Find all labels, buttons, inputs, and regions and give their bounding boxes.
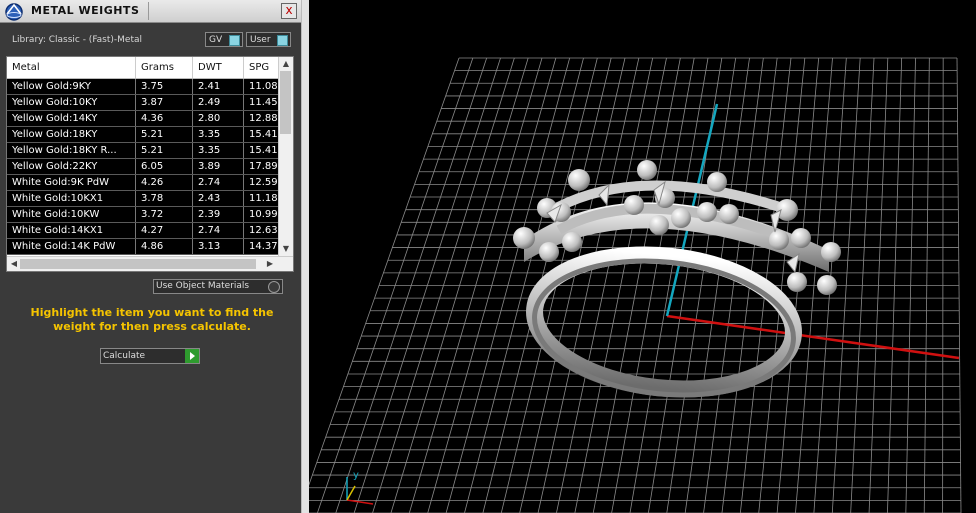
cell-spg: 15.41 <box>249 129 278 140</box>
construction-grid <box>309 57 962 513</box>
metal-weights-table: Metal Grams DWT SPG Yellow Gold:9KY 3.75 2… <box>6 56 294 272</box>
scroll-up-icon[interactable]: ▲ <box>279 58 293 70</box>
cell-metal: White Gold:9K PdW <box>7 175 136 190</box>
gv-toggle-label: GV <box>209 35 223 45</box>
cell-spg: 12.88 <box>249 113 278 124</box>
3d-viewport[interactable]: y <box>309 0 976 513</box>
instruction-text: Highlight the item you want to find the … <box>30 306 274 333</box>
table-row[interactable]: Yellow Gold:10KY 3.87 2.49 11.45 <box>7 95 280 111</box>
cell-dwt: 2.43 <box>193 191 244 206</box>
cell-dwt: 2.74 <box>193 175 244 190</box>
cell-dwt: 2.49 <box>193 95 244 110</box>
table-row[interactable]: White Gold:10KX1 3.78 2.43 11.18 <box>7 191 280 207</box>
scroll-down-icon[interactable]: ▼ <box>279 243 293 255</box>
cell-metal: Yellow Gold:10KY <box>7 95 136 110</box>
title-divider <box>148 2 149 20</box>
cell-metal: White Gold:14K PdW <box>7 239 136 254</box>
cell-grams: 5.21 <box>136 143 193 158</box>
table-row[interactable]: Yellow Gold:9KY 3.75 2.41 11.08 <box>7 79 280 95</box>
library-label: Library: Classic - (Fast)-Metal <box>12 35 143 45</box>
cell-grams: 3.78 <box>136 191 193 206</box>
cell-dwt: 3.35 <box>193 127 244 142</box>
cell-spg: 12.63 <box>249 225 278 236</box>
table-row[interactable]: White Gold:10KW 3.72 2.39 10.99 <box>7 207 280 223</box>
column-header-dwt[interactable]: DWT <box>193 57 244 78</box>
gv-toggle-icon <box>229 35 240 46</box>
cell-metal: Yellow Gold:14KY <box>7 111 136 126</box>
cell-grams: 6.05 <box>136 159 193 174</box>
cell-spg: 17.89 <box>249 161 278 172</box>
cell-grams: 3.75 <box>136 79 193 94</box>
cell-grams: 4.86 <box>136 239 193 254</box>
table-row[interactable]: Yellow Gold:18KY 5.21 3.35 15.41 <box>7 127 280 143</box>
calculate-label: Calculate <box>103 351 146 361</box>
radio-icon <box>268 281 280 293</box>
vertical-scrollbar[interactable]: ▲ ▼ <box>278 57 293 257</box>
user-toggle-label: User <box>250 35 271 45</box>
cell-grams: 3.87 <box>136 95 193 110</box>
horizontal-scroll-thumb[interactable] <box>20 259 256 269</box>
cell-metal: White Gold:10KX1 <box>7 191 136 206</box>
cell-metal: Yellow Gold:22KY <box>7 159 136 174</box>
cell-dwt: 2.80 <box>193 111 244 126</box>
cell-dwt: 3.13 <box>193 239 244 254</box>
vertical-scroll-thumb[interactable] <box>280 71 291 134</box>
table-row[interactable]: White Gold:9K PdW 4.26 2.74 12.59 <box>7 175 280 191</box>
scroll-right-icon[interactable]: ▶ <box>263 258 277 270</box>
table-header: Metal Grams DWT SPG <box>7 57 280 79</box>
panel-titlebar[interactable]: METAL WEIGHTS x <box>0 0 301 23</box>
cell-grams: 4.36 <box>136 111 193 126</box>
column-header-grams[interactable]: Grams <box>136 57 193 78</box>
cell-spg: 11.08 <box>249 81 278 92</box>
column-header-spg[interactable]: SPG <box>244 57 280 78</box>
metal-weights-panel: METAL WEIGHTS x Library: Classic - (Fast… <box>0 0 301 513</box>
cell-metal: Yellow Gold:9KY <box>7 79 136 94</box>
cell-spg: 11.45 <box>249 97 278 108</box>
cell-metal: White Gold:14KX1 <box>7 223 136 238</box>
cell-spg: 11.18 <box>249 193 278 204</box>
user-toggle[interactable]: User <box>246 32 291 47</box>
cell-spg: 12.59 <box>249 177 278 188</box>
cell-spg: 10.99 <box>249 209 278 220</box>
table-body: Yellow Gold:9KY 3.75 2.41 11.08 Yellow Gold… <box>7 79 280 255</box>
cell-grams: 5.21 <box>136 127 193 142</box>
user-toggle-icon <box>277 35 288 46</box>
table-row[interactable]: Yellow Gold:14KY 4.36 2.80 12.88 <box>7 111 280 127</box>
table-row[interactable]: White Gold:14KX1 4.27 2.74 12.63 <box>7 223 280 239</box>
play-icon <box>185 349 199 363</box>
cell-dwt: 2.74 <box>193 223 244 238</box>
cell-metal: Yellow Gold:18KY R... <box>7 143 136 158</box>
cell-grams: 4.26 <box>136 175 193 190</box>
gv-toggle[interactable]: GV <box>205 32 243 47</box>
use-object-materials-toggle[interactable]: Use Object Materials <box>153 279 283 294</box>
cell-metal: White Gold:10KW <box>7 207 136 222</box>
panel-title: METAL WEIGHTS <box>31 4 140 17</box>
cell-dwt: 3.35 <box>193 143 244 158</box>
table-row[interactable]: Yellow Gold:22KY 6.05 3.89 17.89 <box>7 159 280 175</box>
table-row[interactable]: White Gold:14K PdW 4.86 3.13 14.37 <box>7 239 280 255</box>
cell-metal: Yellow Gold:18KY <box>7 127 136 142</box>
cell-grams: 3.72 <box>136 207 193 222</box>
axis-y-label: y <box>353 470 359 481</box>
app-logo-icon <box>5 3 23 21</box>
column-header-metal[interactable]: Metal <box>7 57 136 78</box>
table-row[interactable]: Yellow Gold:18KY R... 5.21 3.35 15.41 <box>7 143 280 159</box>
cell-grams: 4.27 <box>136 223 193 238</box>
horizontal-scrollbar[interactable]: ◀ ▶ <box>7 256 293 271</box>
cell-dwt: 2.39 <box>193 207 244 222</box>
cell-spg: 15.41 <box>249 145 278 156</box>
cell-dwt: 3.89 <box>193 159 244 174</box>
viewport-canvas[interactable]: y <box>309 0 976 513</box>
calculate-button[interactable]: Calculate <box>100 348 200 364</box>
scroll-left-icon[interactable]: ◀ <box>7 258 21 270</box>
grid-line <box>942 57 944 513</box>
cell-spg: 14.37 <box>249 241 278 252</box>
x-axis-line <box>666 314 960 360</box>
use-object-materials-label: Use Object Materials <box>156 281 250 291</box>
close-button[interactable]: x <box>281 3 297 19</box>
cell-dwt: 2.41 <box>193 79 244 94</box>
